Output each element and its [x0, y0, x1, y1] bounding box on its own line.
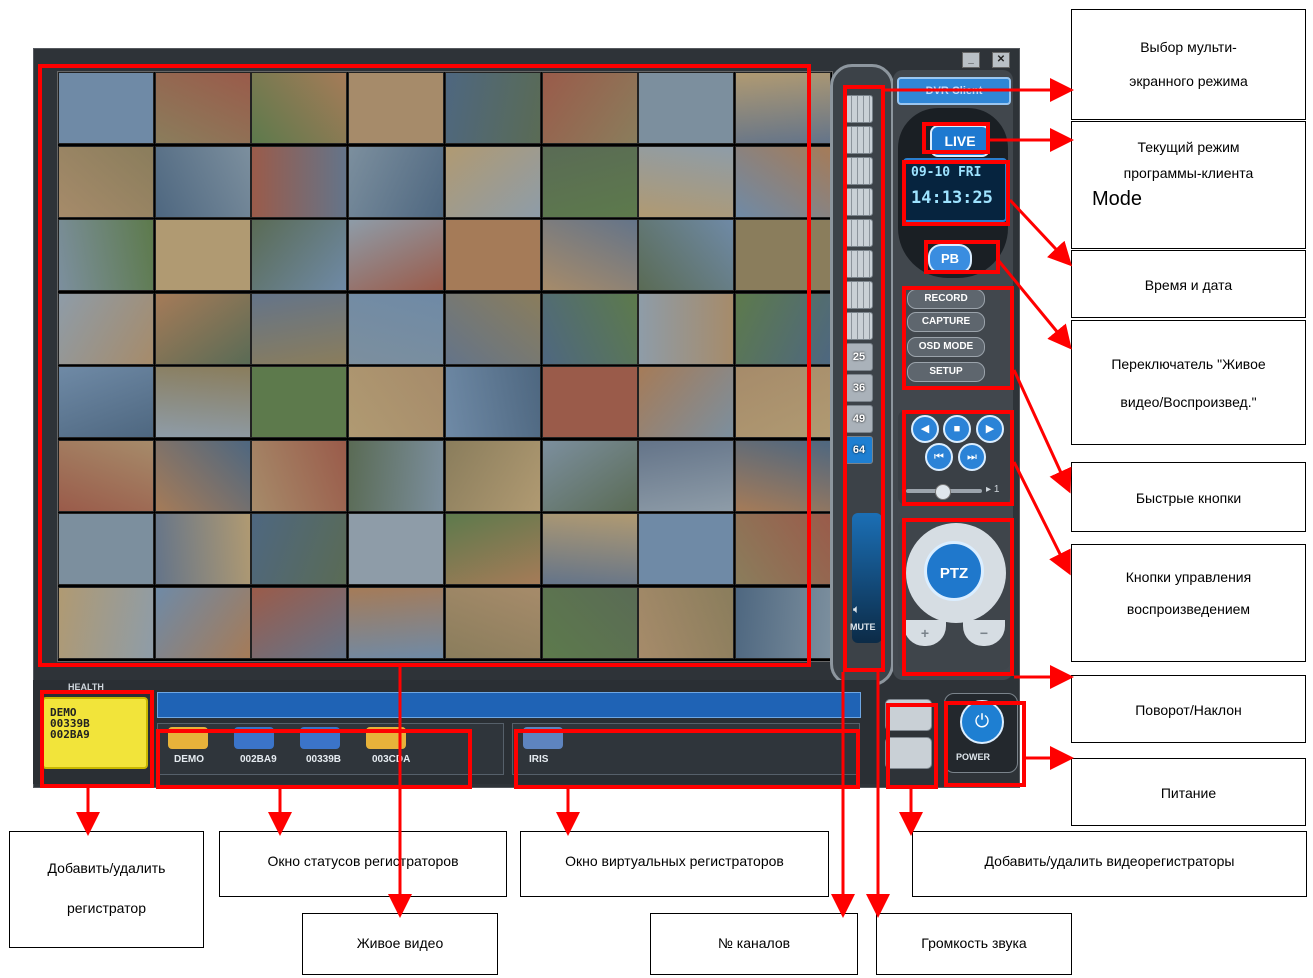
- arrow-quick: [1012, 369, 1072, 494]
- arrow-datetime: [1008, 198, 1073, 267]
- annotation-arrows: [76, 78, 1074, 918]
- arrow-pb: [996, 259, 1072, 350]
- arrow-playback: [1012, 461, 1071, 576]
